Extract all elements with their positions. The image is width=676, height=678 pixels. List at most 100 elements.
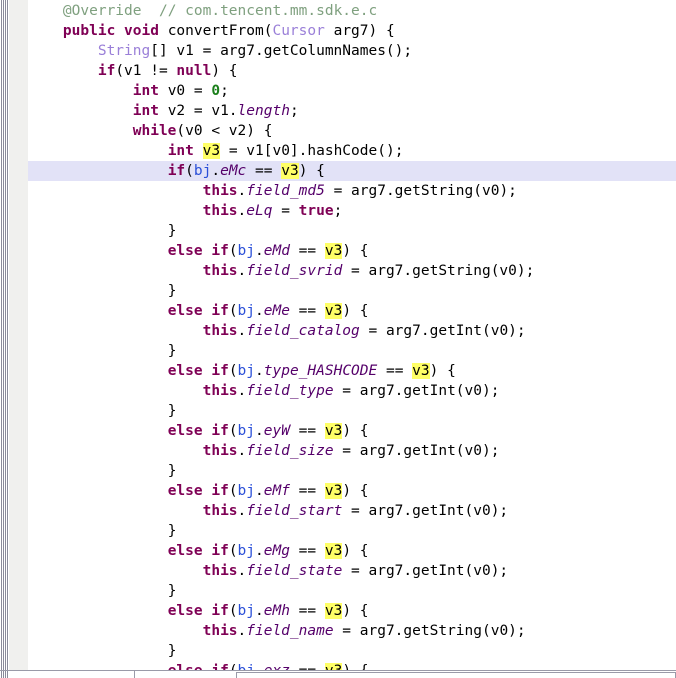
code-token: ) { xyxy=(342,303,369,319)
code-token: ) { xyxy=(342,603,369,619)
code-token: bj xyxy=(238,663,255,670)
code-token: public xyxy=(62,23,116,39)
code-token: . xyxy=(237,503,247,519)
code-line[interactable]: this.field_md5 = arg7.getString(v0); xyxy=(28,181,676,201)
code-token: if xyxy=(211,423,229,439)
code-token: == xyxy=(377,363,413,379)
code-token: arg7) { xyxy=(324,23,395,39)
code-token: if xyxy=(211,303,229,319)
code-token: bj xyxy=(237,363,256,379)
code-token: else xyxy=(168,663,203,670)
code-token: bj xyxy=(237,243,256,259)
code-text-area[interactable]: @Override // com.tencent.mm.sdk.e.c publ… xyxy=(28,0,676,670)
code-token: = arg7.getInt(v0); xyxy=(333,443,500,459)
code-line[interactable]: this.field_type = arg7.getInt(v0); xyxy=(28,381,676,401)
code-line[interactable]: if(v1 != null) { xyxy=(28,61,676,81)
code-token: ) { xyxy=(342,483,369,499)
code-line[interactable]: } xyxy=(28,401,676,421)
code-token: ( xyxy=(228,243,238,259)
code-line[interactable]: public void convertFrom(Cursor arg7) { xyxy=(28,21,676,41)
code-line[interactable]: this.field_size = arg7.getInt(v0); xyxy=(28,441,676,461)
code-token: == xyxy=(289,303,325,319)
horizontal-scrollbar[interactable] xyxy=(0,670,676,678)
code-token: == xyxy=(246,163,282,179)
code-token: ( xyxy=(228,543,238,559)
code-line[interactable]: else if(bj.eMd == v3) { xyxy=(28,241,676,261)
code-line[interactable]: } xyxy=(28,641,676,661)
code-line[interactable]: } xyxy=(28,521,676,541)
code-token: null xyxy=(176,63,212,79)
code-line[interactable]: this.field_state = arg7.getInt(v0); xyxy=(28,561,676,581)
code-token: // com.tencent.mm.sdk.e.c xyxy=(158,3,378,19)
code-line[interactable]: if(bj.eMc == v3) { xyxy=(28,161,676,181)
code-token: else xyxy=(167,363,203,379)
code-token: field_md5 xyxy=(246,183,325,199)
code-line[interactable]: } xyxy=(28,581,676,601)
code-line[interactable]: } xyxy=(28,341,676,361)
code-token: . xyxy=(237,443,247,459)
code-token: eyW xyxy=(263,423,290,439)
code-token: if xyxy=(211,363,229,379)
code-token: ; xyxy=(333,203,343,219)
horizontal-scrollbar-thumb[interactable] xyxy=(236,672,676,678)
code-token: = arg7.getInt(v0); xyxy=(342,503,509,519)
code-token: eMe xyxy=(263,303,290,319)
code-token: } xyxy=(167,583,177,599)
code-token: this xyxy=(202,623,238,639)
code-line[interactable]: } xyxy=(28,221,676,241)
occurrence-highlight: v3 xyxy=(324,603,343,619)
code-line[interactable]: } xyxy=(28,281,676,301)
code-token: if xyxy=(97,63,116,79)
code-line[interactable]: else if(bj.eyW == v3) { xyxy=(28,421,676,441)
code-token: . xyxy=(255,423,264,439)
code-token: ; xyxy=(220,83,229,99)
occurrence-highlight: v3 xyxy=(324,483,343,499)
code-line[interactable]: while(v0 < v2) { xyxy=(28,121,676,141)
code-token: bj xyxy=(193,163,212,179)
code-line[interactable]: this.field_svrid = arg7.getString(v0); xyxy=(28,261,676,281)
code-token: eMg xyxy=(263,543,290,559)
code-line[interactable]: String[] v1 = arg7.getColumnNames(); xyxy=(28,41,676,61)
code-line[interactable]: int v0 = 0; xyxy=(28,81,676,101)
code-line[interactable]: this.eLq = true; xyxy=(28,201,676,221)
code-line[interactable]: else if(bj.exz == v3) { xyxy=(28,661,676,670)
code-token: void xyxy=(124,23,159,39)
code-line[interactable]: else if(bj.eMh == v3) { xyxy=(28,601,676,621)
code-token: ) { xyxy=(211,63,238,79)
code-line[interactable]: this.field_start = arg7.getInt(v0); xyxy=(28,501,676,521)
editor-gutter[interactable] xyxy=(9,0,28,670)
code-line[interactable]: this.field_catalog = arg7.getInt(v0); xyxy=(28,321,676,341)
code-token: bj xyxy=(237,423,256,439)
left-panel-splitter[interactable] xyxy=(0,0,9,670)
code-token: else xyxy=(167,243,203,259)
code-token: eMf xyxy=(263,483,290,499)
code-line[interactable]: this.field_name = arg7.getString(v0); xyxy=(28,621,676,641)
splitter-bar xyxy=(7,671,8,678)
occurrence-highlight: v3 xyxy=(324,423,343,439)
code-token: ; xyxy=(289,103,299,119)
code-line[interactable]: int v3 = v1[v0].hashCode(); xyxy=(28,141,676,161)
code-token: else xyxy=(167,303,203,319)
code-line[interactable]: else if(bj.eMg == v3) { xyxy=(28,541,676,561)
code-line[interactable]: else if(bj.eMf == v3) { xyxy=(28,481,676,501)
code-token: int xyxy=(132,83,159,99)
code-token: bj xyxy=(237,303,256,319)
code-token: this xyxy=(202,383,238,399)
splitter-bar xyxy=(1,0,2,670)
code-line[interactable]: else if(bj.type_HASHCODE == v3) { xyxy=(28,361,676,381)
code-line[interactable]: } xyxy=(28,461,676,481)
code-line[interactable]: int v2 = v1.length; xyxy=(28,101,676,121)
code-line[interactable]: else if(bj.eMe == v3) { xyxy=(28,301,676,321)
splitter-bar xyxy=(3,671,4,678)
code-token: this xyxy=(202,183,238,199)
code-token: . xyxy=(255,243,264,259)
code-token: (v0 < v2) { xyxy=(176,123,273,139)
code-line[interactable]: @Override // com.tencent.mm.sdk.e.c xyxy=(28,1,676,21)
